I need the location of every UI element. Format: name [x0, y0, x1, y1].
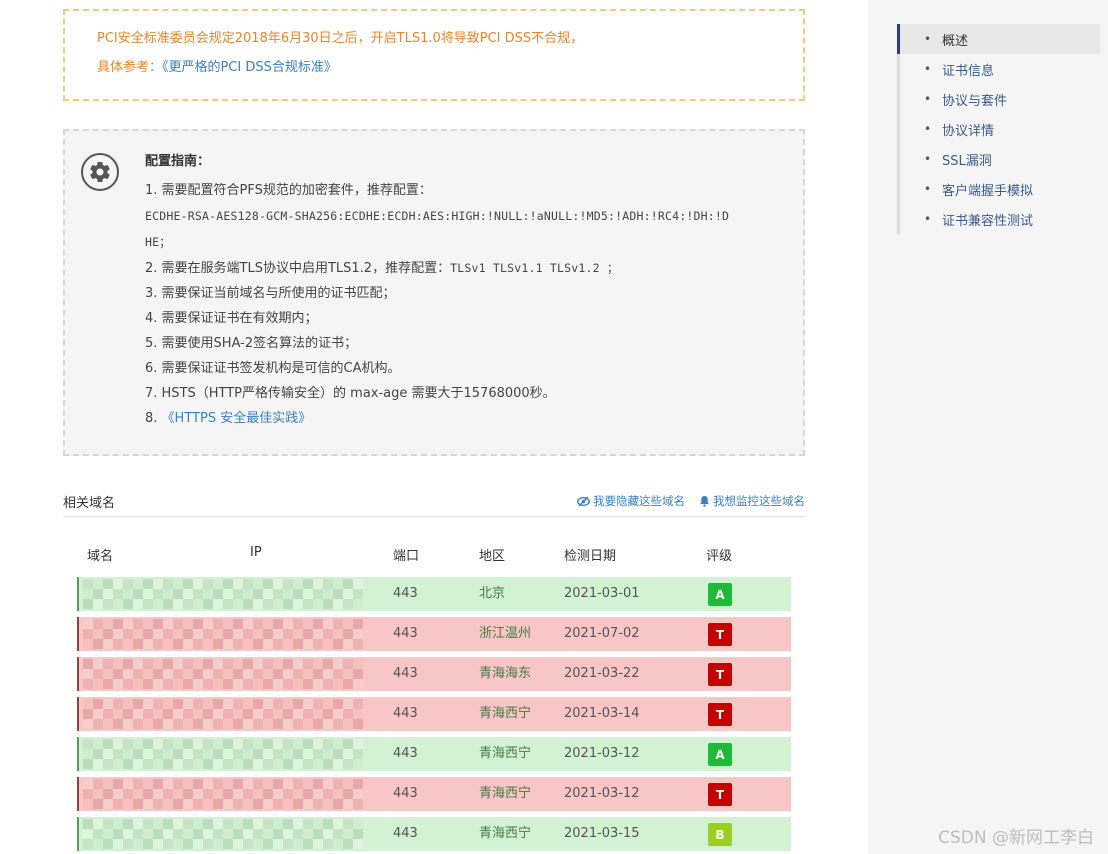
nav-item-label: 客户端握手模拟: [942, 183, 1034, 199]
table-row[interactable]: 443 青海西宁 2021-03-15 B: [77, 817, 791, 851]
cipher-suite-line-2: HE；: [145, 235, 171, 249]
related-domains-title: 相关域名: [63, 496, 116, 511]
config-guide-box: 配置指南： 1. 需要配置符合PFS规范的加密套件，推荐配置： ECDHE-RS…: [63, 129, 805, 456]
guide-item-best-practice-prefix: 8.: [145, 411, 162, 426]
nav-item[interactable]: 协议与套件: [900, 84, 1100, 114]
guide-item-domain-match: 3. 需要保证当前域名与所使用的证书匹配；: [145, 286, 396, 301]
eye-slash-icon: [577, 496, 590, 506]
region-cell: 北京: [479, 586, 506, 601]
region-cell: 青海西宁: [479, 706, 532, 721]
date-cell: 2021-03-14: [564, 706, 640, 721]
nav-item-label: 协议与套件: [942, 93, 1008, 109]
table-header: 域名 IP 端口 地区 检测日期 评级: [63, 545, 805, 565]
related-domains-header: 相关域名 我要隐藏这些域名 我想监控这些域名: [63, 492, 805, 517]
monitor-domains-button[interactable]: 我想监控这些域名: [699, 493, 805, 509]
pci-reference: 具体参考：《更严格的PCI DSS合规标准》: [97, 60, 803, 76]
grade-badge: T: [708, 623, 732, 646]
header-port: 端口: [393, 549, 420, 564]
grade-badge: T: [708, 703, 732, 726]
grade-badge: A: [708, 743, 732, 766]
redacted-domain-ip: [83, 819, 363, 849]
redacted-domain-ip: [83, 779, 363, 809]
main-content: PCI安全标准委员会规定2018年6月30日之后，开启TLS1.0将导致PCI …: [0, 0, 868, 854]
nav-item-label: 概述: [942, 33, 969, 49]
region-cell: 青海西宁: [479, 826, 532, 841]
date-cell: 2021-03-22: [564, 666, 640, 681]
guide-item-validity: 4. 需要保证证书在有效期内；: [145, 311, 318, 326]
date-cell: 2021-03-01: [564, 586, 640, 601]
table-row[interactable]: 443 浙江温州 2021-07-02 T: [77, 617, 791, 651]
hide-domains-button[interactable]: 我要隐藏这些域名: [577, 493, 685, 509]
port-cell: 443: [393, 586, 418, 601]
table-row[interactable]: 443 青海西宁 2021-03-12 T: [77, 777, 791, 811]
guide-item-sha2: 5. 需要使用SHA-2签名算法的证书；: [145, 336, 358, 351]
redacted-domain-ip: [83, 579, 363, 609]
date-cell: 2021-03-12: [564, 746, 640, 761]
nav-item[interactable]: 证书兼容性测试: [900, 204, 1100, 234]
date-cell: 2021-07-02: [564, 626, 640, 641]
nav-item[interactable]: 协议详情: [900, 114, 1100, 144]
guide-item-pfs: 1. 需要配置符合PFS规范的加密套件，推荐配置：: [145, 183, 432, 198]
bell-icon: [700, 496, 709, 507]
header-date: 检测日期: [564, 549, 617, 564]
section-nav: 概述证书信息协议与套件协议详情 SSL漏洞客户端握手模拟证书兼容性测试: [897, 24, 1100, 234]
tls-config-code: TLSv1 TLSv1.1 TLSv1.2 ；: [450, 261, 619, 275]
nav-item[interactable]: SSL漏洞: [900, 144, 1100, 174]
table-row[interactable]: 443 北京 2021-03-01 A: [77, 577, 791, 611]
pci-dss-standard-link[interactable]: 《更严格的PCI DSS合规标准》: [162, 60, 337, 75]
table-row[interactable]: 443 青海西宁 2021-03-14 T: [77, 697, 791, 731]
header-ip: IP: [250, 545, 262, 560]
reference-prefix: 具体参考：: [97, 60, 163, 75]
cipher-suite-line-1: ECDHE-RSA-AES128-GCM-SHA256:ECDHE:ECDH:A…: [145, 209, 730, 223]
grade-badge: T: [708, 783, 732, 806]
table-row[interactable]: 443 青海西宁 2021-03-12 A: [77, 737, 791, 771]
nav-active-indicator: [897, 24, 900, 54]
grade-badge: B: [708, 823, 732, 846]
region-cell: 青海西宁: [479, 746, 532, 761]
nav-item-label: 证书兼容性测试: [942, 213, 1034, 229]
port-cell: 443: [393, 626, 418, 641]
header-domain: 域名: [87, 549, 114, 564]
guide-item-tls-text: 2. 需要在服务端TLS协议中启用TLS1.2，推荐配置：: [145, 261, 451, 276]
nav-item[interactable]: 证书信息: [900, 54, 1100, 84]
watermark: CSDN @新网工李白: [938, 828, 1094, 848]
table-row[interactable]: 443 青海海东 2021-03-22 T: [77, 657, 791, 691]
nav-item[interactable]: 客户端握手模拟: [900, 174, 1100, 204]
nav-item-label: 证书信息: [942, 63, 995, 79]
nav-item-label: SSL漏洞: [942, 153, 992, 169]
redacted-domain-ip: [83, 619, 363, 649]
grade-badge: A: [708, 583, 732, 606]
monitor-domains-label: 我想监控这些域名: [713, 494, 805, 508]
nav-item-label: 协议详情: [942, 123, 995, 139]
region-cell: 浙江温州: [479, 626, 532, 641]
port-cell: 443: [393, 746, 418, 761]
guide-item-best-practice: 8. 《HTTPS 安全最佳实践》: [145, 406, 785, 431]
guide-item-hsts: 7. HSTS（HTTP严格传输安全）的 max-age 需要大于1576800…: [145, 386, 556, 401]
port-cell: 443: [393, 826, 418, 841]
https-best-practice-link[interactable]: 《HTTPS 安全最佳实践》: [162, 411, 312, 426]
port-cell: 443: [393, 666, 418, 681]
related-domains-actions: 我要隐藏这些域名 我想监控这些域名: [577, 493, 805, 509]
date-cell: 2021-03-12: [564, 786, 640, 801]
redacted-domain-ip: [83, 659, 363, 689]
nav-item[interactable]: 概述: [897, 24, 1100, 54]
guide-title: 配置指南：: [145, 154, 211, 169]
region-cell: 青海海东: [479, 666, 532, 681]
guide-item-tls: 2. 需要在服务端TLS协议中启用TLS1.2，推荐配置：TLSv1 TLSv1…: [145, 255, 785, 281]
guide-content: 配置指南： 1. 需要配置符合PFS规范的加密套件，推荐配置： ECDHE-RS…: [145, 153, 785, 431]
port-cell: 443: [393, 706, 418, 721]
guide-item-trusted-ca: 6. 需要保证证书签发机构是可信的CA机构。: [145, 361, 401, 376]
port-cell: 443: [393, 786, 418, 801]
date-cell: 2021-03-15: [564, 826, 640, 841]
region-cell: 青海西宁: [479, 786, 532, 801]
hide-domains-label: 我要隐藏这些域名: [593, 494, 685, 508]
redacted-domain-ip: [83, 739, 363, 769]
gear-icon: [81, 153, 119, 191]
redacted-domain-ip: [83, 699, 363, 729]
pci-warning-box: PCI安全标准委员会规定2018年6月30日之后，开启TLS1.0将导致PCI …: [63, 9, 805, 101]
header-grade: 评级: [706, 549, 733, 564]
grade-badge: T: [708, 663, 732, 686]
header-region: 地区: [479, 549, 506, 564]
pci-warning-text: PCI安全标准委员会规定2018年6月30日之后，开启TLS1.0将导致PCI …: [97, 31, 584, 46]
